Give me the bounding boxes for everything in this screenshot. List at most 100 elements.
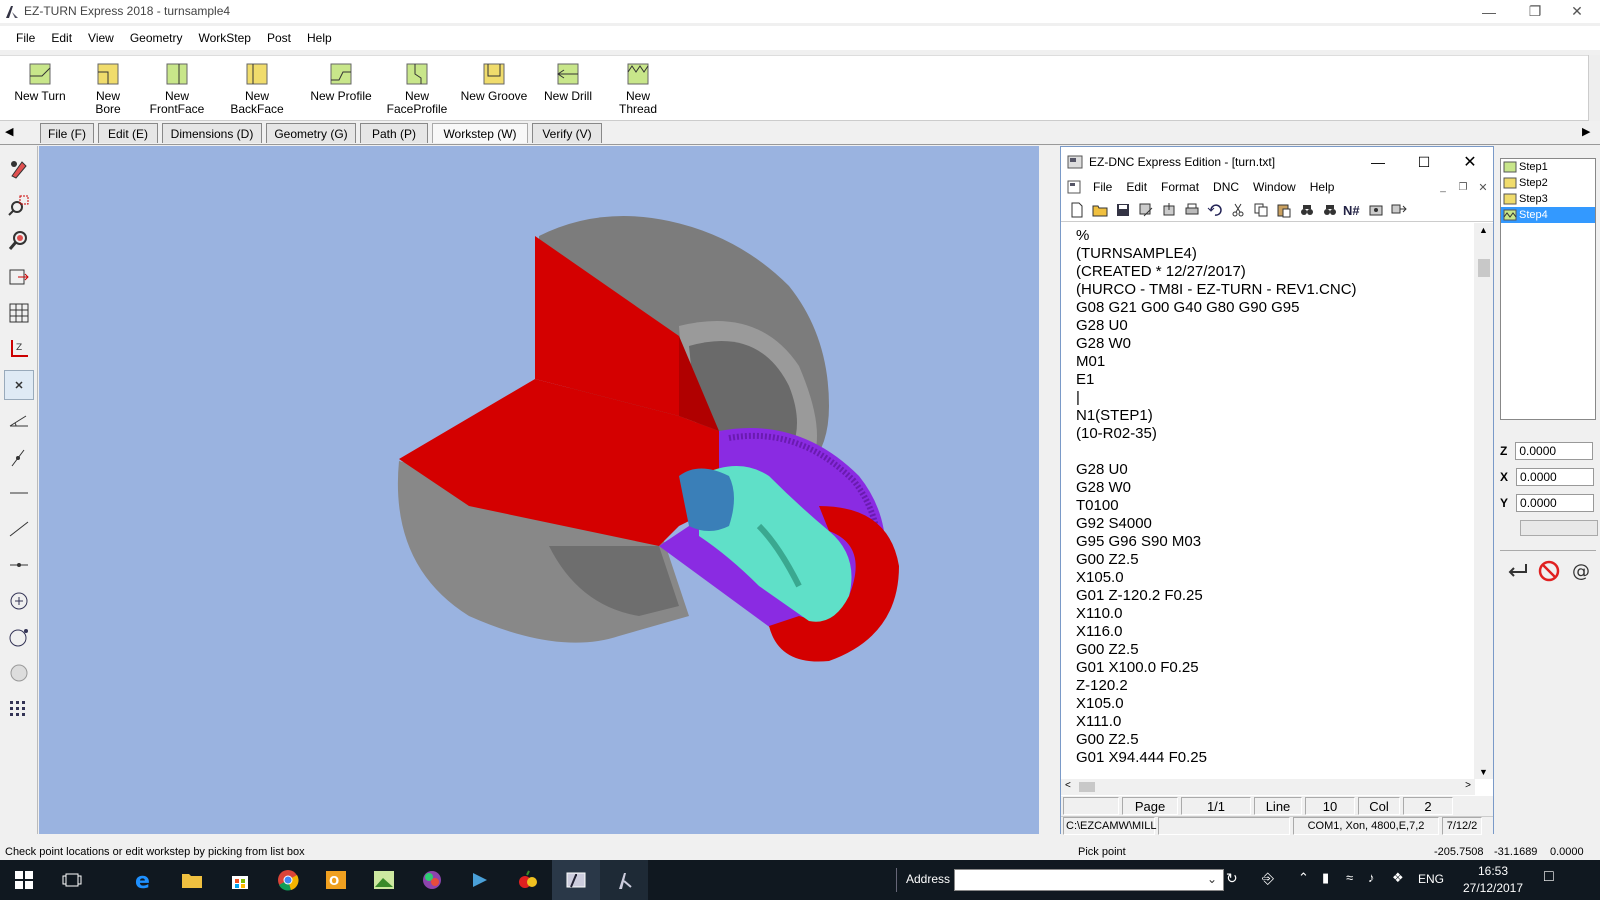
code-line[interactable]: G01 X100.0 F0.25: [1076, 659, 1475, 677]
list-item[interactable]: Step1: [1501, 159, 1595, 175]
intersect-tool[interactable]: [4, 550, 34, 580]
code-line[interactable]: G28 W0: [1076, 479, 1475, 497]
dnc-menu-help[interactable]: Help: [1310, 180, 1335, 194]
menu-post[interactable]: Post: [259, 31, 299, 45]
line-point-tool[interactable]: [4, 442, 34, 472]
code-line[interactable]: G01 Z-120.2 F0.25: [1076, 587, 1475, 605]
grid-tool[interactable]: [4, 298, 34, 328]
tab-file[interactable]: File (F): [40, 123, 94, 143]
code-line[interactable]: T0100: [1076, 497, 1475, 515]
code-line[interactable]: X111.0: [1076, 713, 1475, 731]
list-item[interactable]: Step4: [1501, 207, 1595, 223]
dnc-child-close-button[interactable]: ✕: [1473, 181, 1493, 194]
code-line[interactable]: G00 Z2.5: [1076, 731, 1475, 749]
scroll-right-icon[interactable]: >: [1465, 780, 1471, 791]
code-line[interactable]: G95 G96 S90 M03: [1076, 533, 1475, 551]
nc-code-editor[interactable]: % (TURNSAMPLE4) (CREATED * 12/27/2017) (HUR…: [1061, 223, 1475, 779]
y-input[interactable]: 0.0000: [1516, 494, 1595, 512]
menu-file[interactable]: File: [8, 31, 43, 45]
dnc-menu-window[interactable]: Window: [1253, 180, 1296, 194]
taskbar-store[interactable]: [216, 860, 264, 900]
workstep-list[interactable]: Step1 Step2 Step3 Step4: [1500, 158, 1596, 420]
circle-tangent-tool[interactable]: [4, 622, 34, 652]
new-backface-button[interactable]: New BackFace: [218, 62, 296, 116]
point-grid-tool[interactable]: [4, 694, 34, 724]
tab-verify[interactable]: Verify (V): [532, 123, 602, 143]
diagonal-line-tool[interactable]: [4, 514, 34, 544]
paste-icon[interactable]: [1272, 200, 1295, 220]
dnc-horizontal-scrollbar[interactable]: < >: [1061, 779, 1475, 795]
code-line[interactable]: G00 Z2.5: [1076, 641, 1475, 659]
taskbar-vs[interactable]: [456, 860, 504, 900]
clock-time[interactable]: 16:53: [1468, 864, 1518, 878]
dnc-transfer-icon[interactable]: [1387, 200, 1410, 220]
dnc-child-minimize-button[interactable]: _: [1433, 182, 1453, 193]
3d-viewport[interactable]: [39, 146, 1039, 834]
taskbar-app-green[interactable]: [360, 860, 408, 900]
undo-icon[interactable]: [1203, 200, 1226, 220]
code-line[interactable]: G92 S4000: [1076, 515, 1475, 533]
x-input[interactable]: 0.0000: [1516, 468, 1595, 486]
dnc-child-restore-button[interactable]: ❐: [1453, 182, 1473, 193]
dnc-menu-file[interactable]: File: [1093, 180, 1112, 194]
code-line[interactable]: G28 W0: [1076, 335, 1475, 353]
code-line[interactable]: M01: [1076, 353, 1475, 371]
code-line[interactable]: (HURCO - TM8I - EZ-TURN - REV1.CNC): [1076, 281, 1475, 299]
volume-icon[interactable]: ♪: [1368, 870, 1375, 885]
code-line[interactable]: [1076, 443, 1475, 461]
start-button[interactable]: [0, 860, 48, 900]
circle-center-tool[interactable]: [4, 586, 34, 616]
address-go-icon[interactable]: ↻: [1226, 870, 1238, 887]
code-line[interactable]: E1: [1076, 371, 1475, 389]
code-line[interactable]: X116.0: [1076, 623, 1475, 641]
tray-chevron-icon[interactable]: ⌃: [1298, 870, 1309, 886]
code-line[interactable]: X105.0: [1076, 569, 1475, 587]
fit-view-tool[interactable]: [4, 262, 34, 292]
dropbox-icon[interactable]: ❖: [1392, 870, 1404, 886]
code-line[interactable]: (CREATED * 12/27/2017): [1076, 263, 1475, 281]
new-file-icon[interactable]: [1065, 200, 1088, 220]
new-turn-button[interactable]: New Turn: [14, 62, 66, 103]
circle-tool[interactable]: [4, 658, 34, 688]
zoom-window-tool[interactable]: [4, 190, 34, 220]
tab-workstep[interactable]: Workstep (W): [432, 123, 528, 143]
address-dropdown-icon[interactable]: ⌄: [1207, 872, 1217, 886]
code-line[interactable]: G28 U0: [1076, 461, 1475, 479]
menu-help[interactable]: Help: [299, 31, 340, 45]
dnc-menu-format[interactable]: Format: [1161, 180, 1199, 194]
clock-date[interactable]: 27/12/2017: [1456, 881, 1530, 895]
settings-icon[interactable]: [1364, 200, 1387, 220]
taskbar-ezturn[interactable]: [552, 860, 600, 900]
pan-tool[interactable]: [4, 154, 34, 184]
ribbon-scrollbar[interactable]: [1588, 55, 1600, 121]
dnc-menu-dnc[interactable]: DNC: [1213, 180, 1239, 194]
scroll-down-icon[interactable]: ▼: [1479, 767, 1488, 777]
axis-tool[interactable]: Z: [4, 334, 34, 364]
battery-icon[interactable]: ▮: [1322, 870, 1329, 886]
code-line[interactable]: X105.0: [1076, 695, 1475, 713]
taskbar-explorer[interactable]: [168, 860, 216, 900]
taskbar-app-colorful[interactable]: [408, 860, 456, 900]
point-tool[interactable]: [4, 370, 34, 400]
code-line[interactable]: (TURNSAMPLE4): [1076, 245, 1475, 263]
z-input[interactable]: 0.0000: [1515, 442, 1594, 460]
at-button[interactable]: @: [1570, 560, 1592, 585]
tab-edit[interactable]: Edit (E): [98, 123, 158, 143]
code-line[interactable]: N1(STEP1): [1076, 407, 1475, 425]
code-line[interactable]: G08 G21 G00 G40 G80 G90 G95: [1076, 299, 1475, 317]
taskbar-chrome[interactable]: [264, 860, 312, 900]
new-thread-button[interactable]: New Thread: [606, 62, 670, 116]
enter-button[interactable]: [1506, 560, 1530, 583]
coord-extra-field[interactable]: [1520, 520, 1598, 536]
menu-workstep[interactable]: WorkStep: [191, 31, 259, 45]
tab-scroll-right-icon[interactable]: ▶: [1582, 125, 1590, 138]
copy-icon[interactable]: [1249, 200, 1272, 220]
receive-icon[interactable]: [1157, 200, 1180, 220]
taskbar-outlook[interactable]: O: [312, 860, 360, 900]
dnc-minimize-button[interactable]: —: [1355, 154, 1401, 170]
list-item[interactable]: Step3: [1501, 191, 1595, 207]
tab-dimensions[interactable]: Dimensions (D): [162, 123, 262, 143]
taskbar-edge[interactable]: e: [120, 860, 168, 900]
taskbar-fruit-app[interactable]: [504, 860, 552, 900]
notification-icon[interactable]: □: [1544, 868, 1554, 886]
